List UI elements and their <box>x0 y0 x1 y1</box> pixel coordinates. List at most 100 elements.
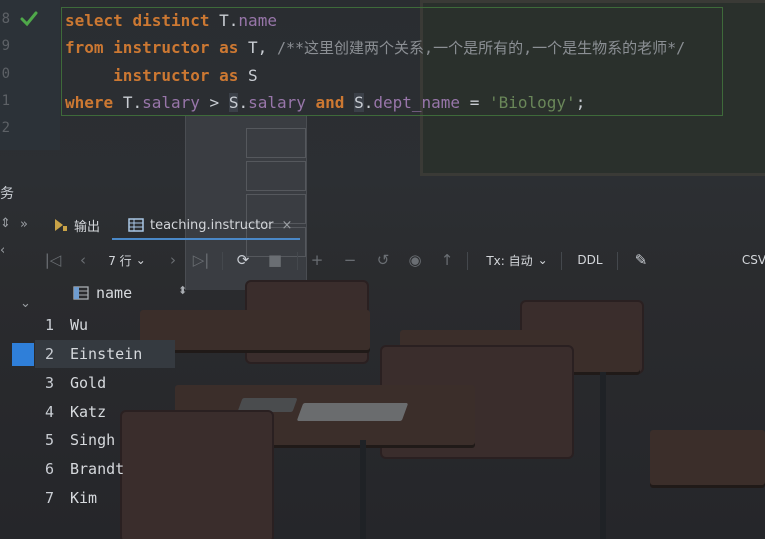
row-number: 5 <box>45 431 55 449</box>
cell-name[interactable]: Brandt <box>70 460 124 478</box>
line-number: 9 <box>1 38 10 54</box>
table-name: instructor <box>113 38 210 57</box>
cell-name[interactable]: Katz <box>70 403 106 421</box>
row-number: 6 <box>45 460 55 478</box>
tab-teaching-instructor[interactable]: teaching.instructor × <box>128 210 292 240</box>
cell-name[interactable]: Wu <box>70 316 88 334</box>
selection-marker <box>12 343 34 366</box>
row-number: 1 <box>45 316 55 334</box>
desk-leg <box>600 372 606 539</box>
desk-leg <box>360 440 366 539</box>
table-row[interactable]: 4 Katz <box>35 398 175 426</box>
next-page-icon[interactable]: › <box>165 244 181 276</box>
code-line-4[interactable]: where T.salary > S.salary and S.dept_nam… <box>65 93 585 113</box>
chevron-down-icon: ⌄ <box>135 253 146 267</box>
table-row[interactable]: 5 Singh <box>35 426 175 454</box>
separator <box>467 252 468 270</box>
field: salary <box>248 93 306 112</box>
drawer <box>246 128 306 158</box>
code-line-1[interactable]: select distinct T.name <box>65 11 277 31</box>
table-row[interactable]: 1 Wu <box>35 311 175 339</box>
preview-icon[interactable]: ◉ <box>405 244 425 276</box>
table-row[interactable]: 7 Kim <box>35 484 175 512</box>
code-line-2[interactable]: from instructor as T, /**这里创建两个关系,一个是所有的… <box>65 38 685 58</box>
keyword: where <box>65 93 114 112</box>
row-number: 3 <box>45 374 55 392</box>
dot: . <box>363 93 374 112</box>
undo-icon[interactable]: ↺ <box>373 244 393 276</box>
table-name: instructor <box>113 66 210 85</box>
column-icon <box>73 286 89 300</box>
separator <box>617 252 618 270</box>
alias: T, <box>248 38 268 57</box>
alias: S <box>248 66 258 85</box>
cell-name[interactable]: Kim <box>70 489 97 507</box>
tab-output[interactable]: 输出 <box>52 210 100 240</box>
table-row[interactable]: 3 Gold <box>35 369 175 397</box>
keyword: and <box>315 93 345 112</box>
keyword: as <box>219 66 239 85</box>
ddl-button[interactable]: DDL <box>575 244 605 276</box>
sort-icon[interactable]: ⬍ <box>178 284 187 297</box>
first-page-icon[interactable]: |◁ <box>43 244 63 276</box>
column-header-name[interactable]: name ⬍ <box>35 281 195 307</box>
chevron-down-icon[interactable]: ⌄ <box>20 296 31 311</box>
services-panel-title: 务 <box>0 186 14 202</box>
row-number: 2 <box>45 345 55 363</box>
check-icon <box>20 11 38 27</box>
keyword: select <box>65 11 123 30</box>
semicolon: ; <box>575 93 586 112</box>
separator <box>222 252 223 270</box>
last-page-icon[interactable]: ▷| <box>190 244 212 276</box>
row-number: 4 <box>45 403 55 421</box>
alias: S <box>354 93 364 112</box>
cell-name[interactable]: Singh <box>70 431 115 449</box>
tab-label: teaching.instructor <box>150 217 274 233</box>
result-toolbar: |◁ ‹ 7 行 ⌄ › ▷| ⟳ ■ + − ↺ ◉ ↑ Tx: 自动 ⌄ D… <box>35 244 765 276</box>
string-literal: 'Biology' <box>488 93 576 112</box>
keyword: from <box>65 38 104 57</box>
comment: /**这里创建两个关系,一个是所有的,一个是生物系的老师*/ <box>276 39 686 57</box>
table-row[interactable]: 6 Brandt <box>35 455 175 483</box>
editor-gutter: 8 9 0 1 2 <box>0 0 58 160</box>
chevron-left-icon[interactable]: ‹ <box>0 243 5 258</box>
table-row[interactable]: 2 Einstein <box>35 340 175 368</box>
chevron-down-icon: ⌄ <box>537 253 548 267</box>
submit-icon[interactable]: ↑ <box>437 244 457 276</box>
operator: = <box>469 93 480 112</box>
output-icon <box>55 219 67 231</box>
stop-icon[interactable]: ■ <box>265 244 285 276</box>
tab-label: 输出 <box>74 219 101 235</box>
table-icon <box>128 218 144 232</box>
transaction-mode-dropdown[interactable]: Tx: 自动 ⌄ <box>483 244 551 276</box>
add-row-icon[interactable]: + <box>307 244 327 276</box>
csv-label: CSV <box>741 253 765 267</box>
cell-name[interactable]: Einstein <box>70 345 142 363</box>
remove-row-icon[interactable]: − <box>340 244 360 276</box>
operator: > <box>209 93 220 112</box>
field: dept_name <box>373 93 461 112</box>
close-icon[interactable]: × <box>282 218 293 233</box>
transaction-mode-label: Tx: 自动 <box>486 253 533 268</box>
dot: . <box>228 11 239 30</box>
code-line-3[interactable]: instructor as S <box>65 66 258 86</box>
keyword: as <box>219 38 239 57</box>
alias: T <box>219 11 229 30</box>
dot: . <box>238 93 249 112</box>
refresh-icon[interactable]: ⟳ <box>233 244 253 276</box>
rows-count-label: 7 行 <box>108 253 132 268</box>
line-number: 8 <box>1 11 10 27</box>
ddl-label: DDL <box>577 253 603 267</box>
export-format-button[interactable]: CSV <box>741 244 765 276</box>
result-tabs: 输出 teaching.instructor × <box>0 210 765 240</box>
line-number: 0 <box>1 66 10 82</box>
separator <box>561 252 562 270</box>
alias: S <box>228 93 239 112</box>
prev-page-icon[interactable]: ‹ <box>75 244 91 276</box>
separator <box>297 252 298 270</box>
pin-icon[interactable]: ✎ <box>631 244 651 276</box>
cell-name[interactable]: Gold <box>70 374 106 392</box>
active-tab-indicator <box>112 238 300 240</box>
desk <box>650 430 765 485</box>
rows-count-dropdown[interactable]: 7 行 ⌄ <box>99 244 155 276</box>
